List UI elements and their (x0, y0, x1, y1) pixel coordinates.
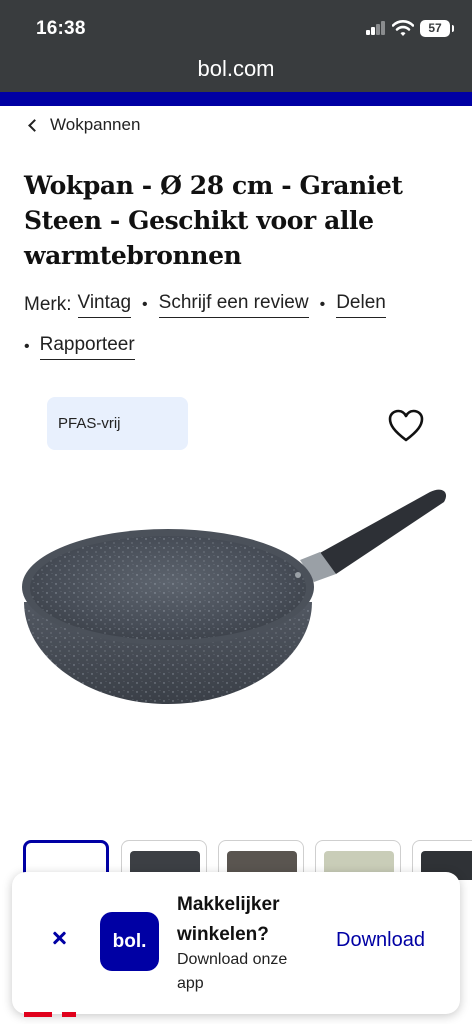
status-bar: 16:38 57 (0, 0, 472, 52)
report-link[interactable]: Rapporteer (39, 334, 135, 360)
product-meta-row2: • Rapporteer (24, 334, 135, 360)
battery-icon: 57 (420, 20, 454, 37)
signal-icon (366, 21, 386, 35)
price-peek (24, 1008, 84, 1024)
separator-dot: • (24, 338, 30, 355)
chevron-left-icon (28, 119, 41, 132)
separator-dot: • (142, 296, 148, 313)
brand-strip (0, 92, 472, 106)
breadcrumb[interactable]: Wokpannen (28, 115, 141, 135)
product-title: Wokpan - Ø 28 cm - Graniet Steen - Gesch… (24, 171, 403, 270)
status-time: 16:38 (36, 18, 86, 39)
brand-label: Merk: (24, 294, 72, 315)
separator-dot: • (319, 296, 326, 313)
product-image[interactable] (18, 482, 458, 712)
share-link[interactable]: Delen (336, 292, 386, 318)
breadcrumb-label: Wokpannen (50, 115, 141, 134)
url-bar[interactable]: bol.com (0, 52, 472, 92)
app-download-banner: bol. Makkelijker winkelen? Download onze… (12, 872, 460, 1014)
banner-title: Makkelijker winkelen? (177, 894, 280, 945)
wifi-icon (392, 20, 414, 36)
banner-subtitle: Download onze app (177, 951, 288, 992)
close-icon[interactable] (50, 929, 68, 947)
write-review-link[interactable]: Schrijf een review (158, 292, 309, 318)
download-button[interactable]: Download (336, 929, 425, 952)
product-meta: Merk: Vintag • Schrijf een review • Dele… (24, 292, 386, 318)
heart-icon[interactable] (386, 406, 426, 446)
pfas-badge: PFAS-vrij (47, 397, 188, 450)
brand-link[interactable]: Vintag (77, 292, 132, 318)
bol-app-logo: bol. (100, 912, 159, 971)
